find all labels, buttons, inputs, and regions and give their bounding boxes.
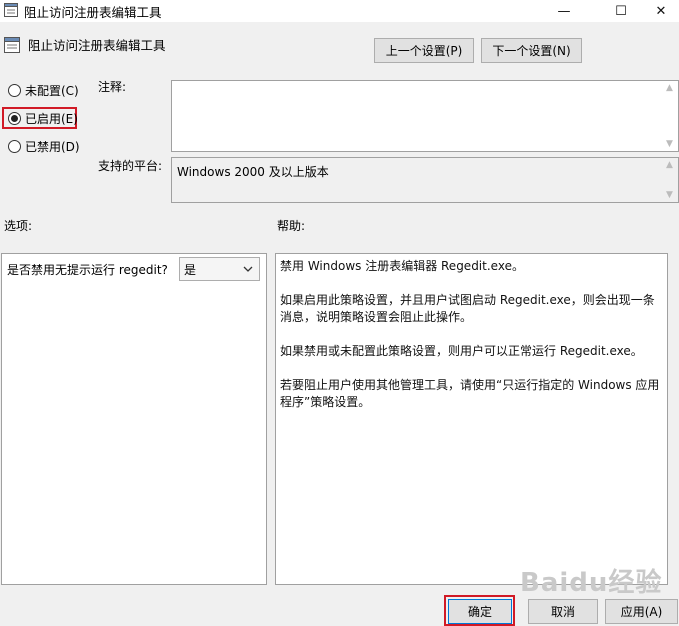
close-icon: ✕ xyxy=(655,3,667,19)
platform-field: Windows 2000 及以上版本 ▲ ▼ xyxy=(171,157,679,203)
window-title: 阻止访问注册表编辑工具 xyxy=(24,5,162,20)
next-setting-button[interactable]: 下一个设置(N) xyxy=(481,38,582,63)
platform-scrollbar[interactable]: ▲ ▼ xyxy=(661,158,678,202)
radio-enabled[interactable]: 已启用(E) xyxy=(8,109,78,127)
minimize-icon: — xyxy=(557,3,571,19)
platform-value: Windows 2000 及以上版本 xyxy=(177,165,329,179)
cancel-button[interactable]: 取消 xyxy=(528,599,598,624)
radio-label: 已禁用(D) xyxy=(25,139,80,154)
maximize-button[interactable]: ☐ xyxy=(598,0,644,22)
comment-scrollbar[interactable]: ▲ ▼ xyxy=(661,81,678,151)
radio-label: 已启用(E) xyxy=(25,111,78,126)
dropdown-value: 是 xyxy=(184,262,197,277)
policy-icon xyxy=(4,3,18,17)
radio-circle[interactable] xyxy=(8,111,21,125)
minimize-button[interactable]: — xyxy=(541,0,587,22)
help-paragraph: 若要阻止用户使用其他管理工具，请使用“只运行指定的 Windows 应用程序”策… xyxy=(280,378,660,409)
help-text: 禁用 Windows 注册表编辑器 Regedit.exe。 如果启用此策略设置… xyxy=(280,258,662,428)
radio-circle[interactable] xyxy=(8,83,21,97)
maximize-icon: ☐ xyxy=(615,3,627,19)
scroll-down-icon[interactable]: ▼ xyxy=(666,139,673,149)
chevron-down-icon xyxy=(243,266,253,272)
radio-not-configured[interactable]: 未配置(C) xyxy=(8,81,79,99)
scroll-up-icon[interactable]: ▲ xyxy=(666,160,673,170)
apply-button[interactable]: 应用(A) xyxy=(605,599,678,624)
options-dropdown[interactable]: 是 xyxy=(179,257,260,281)
ok-button[interactable]: 确定 xyxy=(448,599,512,624)
help-paragraph: 如果禁用或未配置此策略设置，则用户可以正常运行 Regedit.exe。 xyxy=(280,344,643,358)
help-label: 帮助: xyxy=(277,219,306,233)
radio-disabled[interactable]: 已禁用(D) xyxy=(8,137,80,155)
previous-setting-button[interactable]: 上一个设置(P) xyxy=(374,38,474,63)
comment-label: 注释: xyxy=(98,80,127,94)
close-button[interactable]: ✕ xyxy=(643,0,679,22)
options-label: 选项: xyxy=(4,219,33,233)
radio-selected-dot xyxy=(11,114,18,122)
watermark: Baidu经验 xyxy=(520,568,663,598)
comment-textarea[interactable]: ▲ ▼ xyxy=(171,80,679,152)
setting-title: 阻止访问注册表编辑工具 xyxy=(28,38,166,53)
help-paragraph: 如果启用此策略设置，并且用户试图启动 Regedit.exe，则会出现一条消息，… xyxy=(280,293,655,324)
scroll-down-icon[interactable]: ▼ xyxy=(666,190,673,200)
radio-label: 未配置(C) xyxy=(25,83,79,98)
radio-circle[interactable] xyxy=(8,139,21,153)
help-pane: 禁用 Windows 注册表编辑器 Regedit.exe。 如果启用此策略设置… xyxy=(275,253,668,585)
platform-label: 支持的平台: xyxy=(98,159,163,173)
options-pane xyxy=(1,253,267,585)
help-paragraph: 禁用 Windows 注册表编辑器 Regedit.exe。 xyxy=(280,259,524,273)
options-question: 是否禁用无提示运行 regedit? xyxy=(7,263,168,277)
scroll-up-icon[interactable]: ▲ xyxy=(666,83,673,93)
setting-icon xyxy=(4,37,20,53)
